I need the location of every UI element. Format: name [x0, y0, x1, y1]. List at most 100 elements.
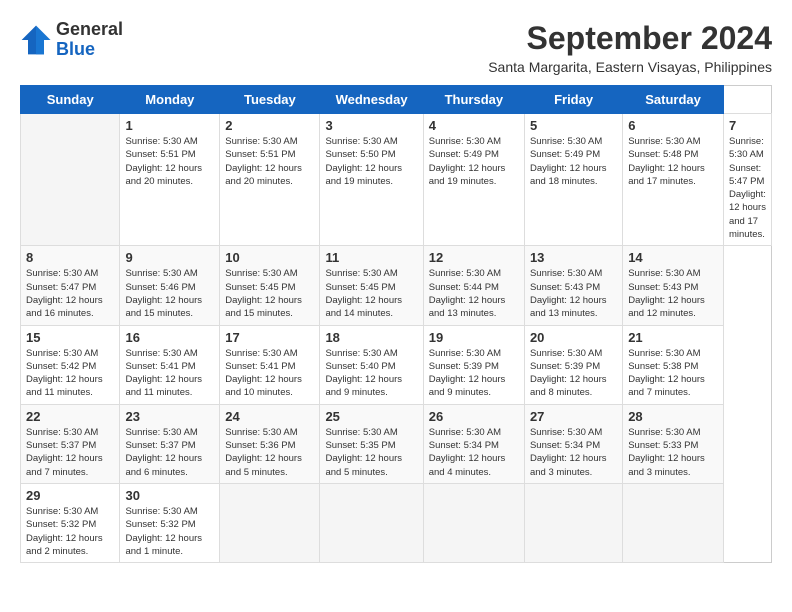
day-number: 9	[125, 250, 214, 265]
day-info: Sunrise: 5:30 AM Sunset: 5:46 PM Dayligh…	[125, 267, 214, 320]
calendar-cell: 9 Sunrise: 5:30 AM Sunset: 5:46 PM Daylig…	[120, 246, 220, 325]
day-number: 1	[125, 118, 214, 133]
day-header-wednesday: Wednesday	[320, 86, 423, 114]
calendar-cell: 19 Sunrise: 5:30 AM Sunset: 5:39 PM Dayli…	[423, 325, 524, 404]
day-number: 24	[225, 409, 314, 424]
day-info: Sunrise: 5:30 AM Sunset: 5:48 PM Dayligh…	[628, 135, 718, 188]
day-info: Sunrise: 5:30 AM Sunset: 5:51 PM Dayligh…	[125, 135, 214, 188]
calendar-cell: 4 Sunrise: 5:30 AM Sunset: 5:49 PM Daylig…	[423, 114, 524, 246]
calendar-cell	[423, 483, 524, 562]
calendar-week-3: 15Sunrise: 5:30 AM Sunset: 5:42 PM Dayli…	[21, 325, 772, 404]
day-info: Sunrise: 5:30 AM Sunset: 5:43 PM Dayligh…	[628, 267, 718, 320]
calendar-cell	[320, 483, 423, 562]
day-info: Sunrise: 5:30 AM Sunset: 5:39 PM Dayligh…	[530, 347, 617, 400]
day-number: 17	[225, 330, 314, 345]
day-number: 30	[125, 488, 214, 503]
header: General Blue September 2024 Santa Margar…	[20, 20, 772, 75]
calendar-week-1: 1 Sunrise: 5:30 AM Sunset: 5:51 PM Daylig…	[21, 114, 772, 246]
calendar-cell: 26Sunrise: 5:30 AM Sunset: 5:34 PM Dayli…	[423, 404, 524, 483]
day-info: Sunrise: 5:30 AM Sunset: 5:49 PM Dayligh…	[429, 135, 519, 188]
day-number: 16	[125, 330, 214, 345]
day-number: 7	[729, 118, 766, 133]
day-info: Sunrise: 5:30 AM Sunset: 5:44 PM Dayligh…	[429, 267, 519, 320]
day-number: 3	[325, 118, 417, 133]
day-info: Sunrise: 5:30 AM Sunset: 5:51 PM Dayligh…	[225, 135, 314, 188]
day-info: Sunrise: 5:30 AM Sunset: 5:33 PM Dayligh…	[628, 426, 718, 479]
day-info: Sunrise: 5:30 AM Sunset: 5:41 PM Dayligh…	[225, 347, 314, 400]
day-number: 21	[628, 330, 718, 345]
month-title: September 2024	[488, 20, 772, 57]
day-info: Sunrise: 5:30 AM Sunset: 5:34 PM Dayligh…	[429, 426, 519, 479]
calendar-cell: 28 Sunrise: 5:30 AM Sunset: 5:33 PM Dayli…	[623, 404, 724, 483]
calendar-cell: 2 Sunrise: 5:30 AM Sunset: 5:51 PM Daylig…	[220, 114, 320, 246]
calendar-cell: 8 Sunrise: 5:30 AM Sunset: 5:47 PM Daylig…	[21, 246, 120, 325]
calendar-cell: 23 Sunrise: 5:30 AM Sunset: 5:37 PM Dayli…	[120, 404, 220, 483]
day-info: Sunrise: 5:30 AM Sunset: 5:47 PM Dayligh…	[729, 135, 766, 241]
calendar-cell: 22Sunrise: 5:30 AM Sunset: 5:37 PM Dayli…	[21, 404, 120, 483]
calendar-cell: 21 Sunrise: 5:30 AM Sunset: 5:38 PM Dayli…	[623, 325, 724, 404]
day-info: Sunrise: 5:30 AM Sunset: 5:39 PM Dayligh…	[429, 347, 519, 400]
day-info: Sunrise: 5:30 AM Sunset: 5:32 PM Dayligh…	[26, 505, 114, 558]
calendar-cell: 7 Sunrise: 5:30 AM Sunset: 5:47 PM Daylig…	[723, 114, 771, 246]
calendar-cell: 5Sunrise: 5:30 AM Sunset: 5:49 PM Daylig…	[524, 114, 622, 246]
header-row: SundayMondayTuesdayWednesdayThursdayFrid…	[21, 86, 772, 114]
logo-text: General Blue	[56, 20, 123, 60]
calendar-cell: 11 Sunrise: 5:30 AM Sunset: 5:45 PM Dayli…	[320, 246, 423, 325]
calendar-week-2: 8 Sunrise: 5:30 AM Sunset: 5:47 PM Daylig…	[21, 246, 772, 325]
day-number: 22	[26, 409, 114, 424]
calendar: SundayMondayTuesdayWednesdayThursdayFrid…	[20, 85, 772, 563]
calendar-cell: 25Sunrise: 5:30 AM Sunset: 5:35 PM Dayli…	[320, 404, 423, 483]
day-header-monday: Monday	[120, 86, 220, 114]
day-info: Sunrise: 5:30 AM Sunset: 5:41 PM Dayligh…	[125, 347, 214, 400]
calendar-cell: 6 Sunrise: 5:30 AM Sunset: 5:48 PM Daylig…	[623, 114, 724, 246]
day-info: Sunrise: 5:30 AM Sunset: 5:45 PM Dayligh…	[325, 267, 417, 320]
day-number: 19	[429, 330, 519, 345]
day-number: 8	[26, 250, 114, 265]
day-info: Sunrise: 5:30 AM Sunset: 5:36 PM Dayligh…	[225, 426, 314, 479]
calendar-week-4: 22 Sunrise: 5:30 AM Sunset: 5:37 PM Dayli…	[21, 404, 772, 483]
calendar-cell	[623, 483, 724, 562]
calendar-cell: 13Sunrise: 5:30 AM Sunset: 5:43 PM Dayli…	[524, 246, 622, 325]
calendar-cell: 14Sunrise: 5:30 AM Sunset: 5:43 PM Dayli…	[623, 246, 724, 325]
calendar-cell: 18Sunrise: 5:30 AM Sunset: 5:40 PM Dayli…	[320, 325, 423, 404]
day-number: 25	[325, 409, 417, 424]
day-header-tuesday: Tuesday	[220, 86, 320, 114]
day-number: 27	[530, 409, 617, 424]
day-info: Sunrise: 5:30 AM Sunset: 5:34 PM Dayligh…	[530, 426, 617, 479]
day-header-thursday: Thursday	[423, 86, 524, 114]
day-number: 15	[26, 330, 114, 345]
day-number: 4	[429, 118, 519, 133]
day-number: 29	[26, 488, 114, 503]
day-header-sunday: Sunday	[21, 86, 120, 114]
day-info: Sunrise: 5:30 AM Sunset: 5:45 PM Dayligh…	[225, 267, 314, 320]
calendar-cell	[21, 114, 120, 246]
day-number: 6	[628, 118, 718, 133]
day-number: 12	[429, 250, 519, 265]
day-number: 11	[325, 250, 417, 265]
calendar-cell	[524, 483, 622, 562]
day-info: Sunrise: 5:30 AM Sunset: 5:38 PM Dayligh…	[628, 347, 718, 400]
day-number: 20	[530, 330, 617, 345]
day-number: 13	[530, 250, 617, 265]
calendar-cell: 17 Sunrise: 5:30 AM Sunset: 5:41 PM Dayli…	[220, 325, 320, 404]
day-header-friday: Friday	[524, 86, 622, 114]
calendar-cell: 29 Sunrise: 5:30 AM Sunset: 5:32 PM Dayli…	[21, 483, 120, 562]
day-number: 28	[628, 409, 718, 424]
day-number: 2	[225, 118, 314, 133]
calendar-cell: 24 Sunrise: 5:30 AM Sunset: 5:36 PM Dayli…	[220, 404, 320, 483]
day-number: 23	[125, 409, 214, 424]
calendar-cell: 1 Sunrise: 5:30 AM Sunset: 5:51 PM Daylig…	[120, 114, 220, 246]
calendar-cell: 20 Sunrise: 5:30 AM Sunset: 5:39 PM Dayli…	[524, 325, 622, 404]
calendar-cell	[220, 483, 320, 562]
calendar-cell: 3Sunrise: 5:30 AM Sunset: 5:50 PM Daylig…	[320, 114, 423, 246]
logo-icon	[20, 24, 52, 56]
day-number: 5	[530, 118, 617, 133]
calendar-cell: 16 Sunrise: 5:30 AM Sunset: 5:41 PM Dayli…	[120, 325, 220, 404]
logo: General Blue	[20, 20, 123, 60]
calendar-body: 1 Sunrise: 5:30 AM Sunset: 5:51 PM Daylig…	[21, 114, 772, 563]
day-info: Sunrise: 5:30 AM Sunset: 5:47 PM Dayligh…	[26, 267, 114, 320]
calendar-cell: 15Sunrise: 5:30 AM Sunset: 5:42 PM Dayli…	[21, 325, 120, 404]
calendar-header: SundayMondayTuesdayWednesdayThursdayFrid…	[21, 86, 772, 114]
day-info: Sunrise: 5:30 AM Sunset: 5:37 PM Dayligh…	[125, 426, 214, 479]
calendar-cell: 30Sunrise: 5:30 AM Sunset: 5:32 PM Dayli…	[120, 483, 220, 562]
